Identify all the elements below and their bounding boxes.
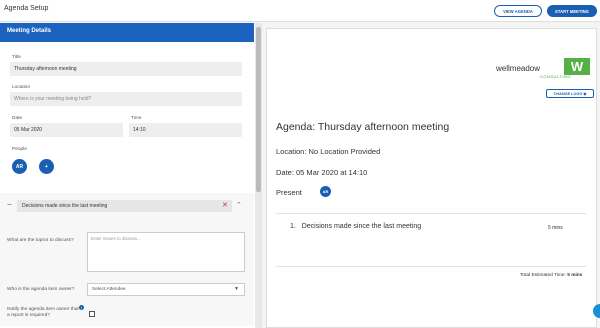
change-logo-button[interactable]: CHANGE LOGO ◆ (546, 89, 594, 98)
collapse-icon[interactable]: − (7, 201, 12, 209)
app-title: Agenda Setup (4, 5, 49, 12)
shield-icon: ◆ (583, 92, 587, 96)
owner-label: Who is the agenda item owner? (7, 287, 75, 292)
panel-heading: Meeting Details (0, 23, 254, 42)
chevron-up-icon[interactable]: ⌃ (236, 202, 242, 210)
date-input[interactable]: 05 Mar 2020 (10, 123, 123, 137)
scrollbar-thumb[interactable] (256, 27, 261, 192)
title-input[interactable]: Thursday afternoon meeting (10, 62, 242, 76)
notify-checkbox[interactable] (89, 311, 95, 317)
topics-textarea[interactable]: Enter issues to discuss... (87, 232, 245, 272)
chevron-down-icon: ▼ (234, 286, 239, 292)
divider (276, 266, 586, 267)
remove-item-icon[interactable]: ✕ (222, 200, 228, 211)
people-label: People (12, 147, 27, 152)
present-avatar: AR (320, 186, 331, 197)
change-logo-label: CHANGE LOGO (553, 91, 583, 96)
agenda-title: Agenda: Thursday afternoon meeting (276, 121, 450, 133)
location-line: Location: No Location Provided (276, 147, 381, 156)
avatar[interactable]: AR (12, 159, 27, 174)
divider (276, 213, 586, 214)
help-button[interactable] (593, 304, 600, 318)
location-input[interactable]: Where is your meeting being held? (10, 92, 242, 106)
view-agenda-button[interactable]: VIEW AGENDA (494, 5, 542, 17)
agenda-list-item: 1. Decisions made since the last meeting (290, 223, 422, 230)
agenda-item-name-input[interactable]: Decisions made since the last meeting (17, 200, 232, 212)
logo-name: wellmeadow (496, 64, 541, 73)
notify-label-line1: Notify the agenda item owner that (7, 307, 79, 312)
owner-select[interactable]: Select Attendee (87, 283, 245, 296)
location-label: Location (12, 85, 31, 90)
topics-label: What are the topics to discuss? (7, 238, 74, 243)
date-line: Date: 05 Mar 2020 at 14:10 (276, 168, 368, 177)
present-label: Present (276, 188, 302, 197)
time-input[interactable]: 14:10 (129, 123, 242, 137)
add-person-button[interactable]: + (39, 159, 54, 174)
info-icon[interactable]: i (79, 305, 84, 310)
title-label: Title (12, 55, 21, 60)
total-time: Total Estimated Time: 5 mins (520, 273, 583, 278)
item-duration: 5 mins (548, 225, 563, 231)
notify-label-line2: a report is required? (7, 313, 50, 318)
time-label: Time (131, 116, 142, 121)
date-label: Date (12, 116, 23, 121)
logo-icon: W (564, 58, 590, 75)
agenda-preview (266, 28, 597, 328)
start-meeting-button[interactable]: START MEETING (547, 5, 597, 17)
